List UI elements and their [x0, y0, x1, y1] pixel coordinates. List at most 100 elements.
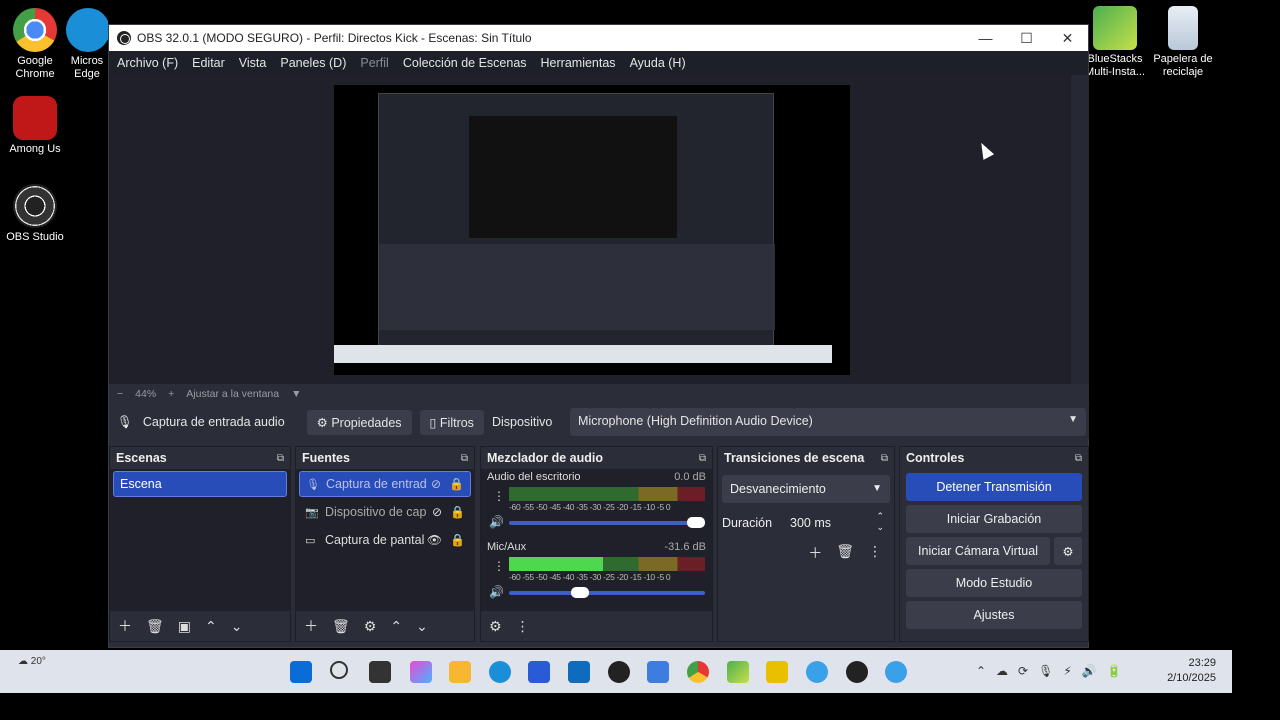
- volume-slider[interactable]: [509, 587, 705, 598]
- speaker-icon[interactable]: 🔊: [489, 515, 504, 529]
- bluestacks-icon[interactable]: [727, 661, 749, 683]
- store-icon[interactable]: [528, 661, 550, 683]
- menu-archivo[interactable]: Archivo (F): [117, 56, 178, 70]
- desktop-icon-recycle-bin[interactable]: Papelera de reciclaje: [1148, 6, 1218, 79]
- float-dock-icon[interactable]: ⧉: [699, 453, 706, 464]
- app-icon[interactable]: [885, 661, 907, 683]
- eye-icon[interactable]: 👁: [427, 533, 442, 547]
- studio-mode-button[interactable]: Modo Estudio: [906, 569, 1082, 597]
- menu-herramientas[interactable]: Herramientas: [541, 56, 616, 70]
- sources-title: Fuentes: [302, 451, 350, 465]
- delete-scene-icon[interactable]: 🗑: [146, 618, 164, 635]
- preview-canvas[interactable]: [334, 85, 850, 375]
- minimize-button[interactable]: —: [965, 30, 1006, 47]
- obs-icon[interactable]: [846, 661, 868, 683]
- system-tray-icons[interactable]: ⌃☁⟳🎙⚡🔊🔋: [976, 664, 1132, 678]
- start-recording-button[interactable]: Iniciar Grabación: [906, 505, 1082, 533]
- speaker-icon[interactable]: 🔊: [489, 585, 504, 599]
- weather-widget[interactable]: ☁ 20°: [18, 656, 46, 667]
- desktop-icon-edge[interactable]: Micros Edge: [66, 8, 108, 81]
- close-button[interactable]: ✕: [1047, 30, 1088, 47]
- stop-streaming-button[interactable]: Detener Transmisión: [906, 473, 1082, 501]
- scene-item[interactable]: Escena: [113, 471, 287, 497]
- source-properties-icon[interactable]: ⚙: [364, 618, 377, 635]
- task-view-icon[interactable]: [369, 661, 391, 683]
- add-transition-icon[interactable]: ＋: [808, 543, 822, 563]
- add-source-icon[interactable]: ＋: [304, 616, 318, 636]
- app-icon[interactable]: [647, 661, 669, 683]
- move-up-icon[interactable]: ⌃: [205, 618, 217, 635]
- roblox-icon[interactable]: [766, 661, 788, 683]
- hidden-eye-icon[interactable]: ⊘: [432, 505, 442, 519]
- desktop-icon-obs[interactable]: OBS Studio: [0, 184, 70, 244]
- duration-spinbox[interactable]: 300 ms ⌃ ⌄: [782, 509, 890, 537]
- maximize-button[interactable]: ☐: [1006, 30, 1047, 47]
- app-icon[interactable]: [806, 661, 828, 683]
- desktop-icon-among-us[interactable]: Among Us: [0, 96, 70, 156]
- menu-vista[interactable]: Vista: [239, 56, 267, 70]
- preview-area[interactable]: [109, 75, 1071, 387]
- file-explorer-icon[interactable]: [449, 661, 471, 683]
- move-down-icon[interactable]: ⌄: [416, 618, 428, 635]
- lock-icon[interactable]: 🔒: [450, 505, 465, 519]
- lock-icon[interactable]: 🔒: [449, 477, 464, 491]
- menu-paneles[interactable]: Paneles (D): [280, 56, 346, 70]
- properties-button[interactable]: ⚙ Propiedades: [306, 409, 412, 435]
- filters-button[interactable]: ▯ Filtros: [419, 409, 484, 435]
- move-down-icon[interactable]: ⌄: [231, 618, 243, 635]
- delete-source-icon[interactable]: 🗑: [332, 618, 350, 635]
- float-dock-icon[interactable]: ⧉: [1075, 453, 1082, 464]
- settings-button[interactable]: Ajustes: [906, 601, 1082, 629]
- fit-to-window-label[interactable]: Ajustar a la ventana: [186, 388, 279, 400]
- float-dock-icon[interactable]: ⧉: [461, 453, 468, 464]
- source-item[interactable]: ▭ Captura de pantal 👁 🔒: [299, 527, 471, 553]
- device-select[interactable]: Microphone (High Definition Audio Device…: [570, 408, 1086, 436]
- preview-scrollbar[interactable]: [1071, 75, 1089, 387]
- title-bar[interactable]: OBS 32.0.1 (MODO SEGURO) - Perfil: Direc…: [109, 25, 1088, 51]
- move-up-icon[interactable]: ⌃: [390, 618, 402, 635]
- transition-select[interactable]: Desvanecimiento ▼: [722, 475, 890, 503]
- zoom-out-button[interactable]: −: [117, 388, 123, 400]
- source-item-label: Captura de pantal: [325, 533, 425, 547]
- menu-coleccion-escenas[interactable]: Colección de Escenas: [403, 56, 527, 70]
- search-icon[interactable]: [330, 661, 348, 679]
- copilot-icon[interactable]: [410, 661, 432, 683]
- media-player-icon[interactable]: [608, 661, 630, 683]
- lock-icon[interactable]: 🔒: [450, 533, 465, 547]
- outlook-icon[interactable]: [568, 661, 590, 683]
- menu-ayuda[interactable]: Ayuda (H): [630, 56, 686, 70]
- desktop-icon-chrome[interactable]: Google Chrome: [0, 8, 70, 81]
- hidden-eye-icon[interactable]: ⊘: [431, 477, 441, 491]
- add-scene-icon[interactable]: ＋: [118, 616, 132, 636]
- virtual-camera-settings-icon[interactable]: ⚙: [1054, 537, 1082, 565]
- transition-menu-icon[interactable]: ⋮: [868, 543, 882, 563]
- zoom-in-button[interactable]: +: [168, 388, 174, 400]
- source-item[interactable]: 🎙 Captura de entrad ⊘ 🔒: [299, 471, 471, 497]
- float-dock-icon[interactable]: ⧉: [277, 453, 284, 464]
- zoom-dropdown-icon[interactable]: ▼: [291, 388, 301, 400]
- delete-transition-icon[interactable]: 🗑: [836, 543, 854, 563]
- volume-meter: [509, 487, 705, 501]
- desktop-icon-label: Papelera de reciclaje: [1153, 53, 1213, 78]
- advanced-audio-icon[interactable]: ⚙: [489, 618, 502, 635]
- scene-item-label: Escena: [120, 477, 162, 491]
- volume-slider-knob[interactable]: [687, 517, 705, 528]
- desktop-icon-bluestacks[interactable]: BlueStacks Multi-Insta...: [1080, 6, 1150, 79]
- volume-slider[interactable]: [509, 517, 705, 528]
- channel-menu-icon[interactable]: ⋮: [493, 559, 505, 573]
- preview-nested-panels: [379, 244, 775, 330]
- clock[interactable]: 23:29 2/10/2025: [1167, 656, 1216, 686]
- source-item[interactable]: 📷 Dispositivo de cap ⊘ 🔒: [299, 499, 471, 525]
- channel-menu-icon[interactable]: ⋮: [493, 489, 505, 503]
- start-virtual-camera-button[interactable]: Iniciar Cámara Virtual: [906, 537, 1050, 565]
- volume-slider-knob[interactable]: [571, 587, 590, 598]
- windows-start-icon[interactable]: [290, 661, 312, 683]
- edge-icon[interactable]: [489, 661, 511, 683]
- chrome-icon[interactable]: [687, 661, 709, 683]
- float-dock-icon[interactable]: ⧉: [881, 453, 888, 464]
- desktop-icon-label: Among Us: [9, 143, 61, 155]
- mixer-menu-icon[interactable]: ⋮: [516, 618, 530, 635]
- spin-arrows-icon[interactable]: ⌃ ⌄: [876, 511, 884, 533]
- scene-filters-icon[interactable]: ▣: [178, 618, 191, 635]
- menu-editar[interactable]: Editar: [192, 56, 225, 70]
